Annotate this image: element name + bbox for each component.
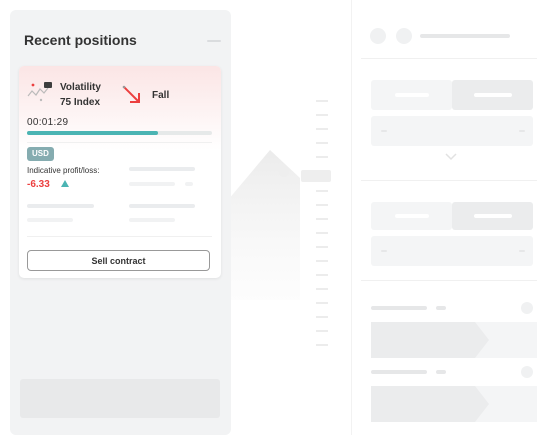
chart-arrow-shape bbox=[228, 150, 300, 300]
placeholder-line bbox=[381, 130, 387, 132]
purchase-info-placeholder bbox=[436, 370, 446, 374]
placeholder-line bbox=[519, 130, 525, 132]
purchase-info-placeholder bbox=[371, 306, 427, 310]
trade-panel-divider bbox=[361, 280, 537, 281]
stake-input-placeholder[interactable] bbox=[371, 236, 533, 266]
currency-badge: USD bbox=[27, 147, 54, 161]
purchase-info-placeholder bbox=[436, 306, 446, 310]
trade-panel-avatar-placeholder bbox=[370, 28, 386, 44]
purchase-button-placeholder[interactable] bbox=[371, 322, 537, 358]
chart-price-ticks bbox=[316, 100, 328, 346]
placeholder-line bbox=[129, 182, 175, 186]
placeholder-line bbox=[129, 218, 175, 222]
placeholder-line bbox=[27, 204, 94, 208]
placeholder-line bbox=[474, 214, 512, 218]
symbol-name-line2: 75 Index bbox=[60, 97, 101, 108]
chart-spot-dot bbox=[279, 167, 289, 177]
duration-select-placeholder[interactable] bbox=[371, 116, 533, 146]
info-icon[interactable] bbox=[521, 302, 533, 314]
card-divider bbox=[27, 236, 212, 237]
placeholder-line bbox=[381, 250, 387, 252]
trade-panel-divider bbox=[361, 180, 537, 181]
panel-footer-placeholder bbox=[20, 379, 220, 418]
trade-panel-border bbox=[351, 0, 352, 435]
flag-icon bbox=[44, 82, 52, 88]
collapse-icon[interactable] bbox=[207, 40, 221, 42]
contract-progress-fill bbox=[27, 131, 159, 135]
profit-loss-label: Indicative profit/loss: bbox=[27, 166, 100, 175]
placeholder-line bbox=[395, 214, 429, 218]
position-card[interactable]: Volatility 75 Index Fall 00:01:29 USD In… bbox=[19, 66, 221, 278]
fall-arrow-icon bbox=[122, 85, 140, 103]
placeholder-line bbox=[27, 218, 73, 222]
contract-type-label: Fall bbox=[152, 90, 170, 101]
trade-panel-divider bbox=[361, 58, 537, 59]
symbol-name: Volatility 75 Index bbox=[60, 80, 122, 110]
profit-loss-value: -6.33 bbox=[27, 179, 50, 190]
symbol-name-line1: Volatility bbox=[60, 82, 101, 93]
recent-positions-panel: Recent positions Volatility 75 Index Fal… bbox=[10, 10, 231, 435]
contract-timer: 00:01:29 bbox=[27, 117, 69, 128]
placeholder-line bbox=[395, 93, 429, 97]
up-triangle-icon bbox=[61, 180, 69, 187]
trade-type-toggle-right[interactable] bbox=[452, 80, 533, 110]
trade-panel-title-placeholder bbox=[420, 34, 510, 38]
placeholder-line bbox=[129, 204, 195, 208]
trade-panel-icon-placeholder bbox=[396, 28, 412, 44]
trade-type-toggle-left[interactable] bbox=[371, 80, 452, 110]
purchase-button-placeholder[interactable] bbox=[371, 386, 537, 422]
stake-toggle-right[interactable] bbox=[452, 202, 533, 230]
panel-title: Recent positions bbox=[24, 32, 137, 48]
placeholder-line bbox=[519, 250, 525, 252]
placeholder-line bbox=[129, 167, 195, 171]
purchase-info-placeholder bbox=[371, 370, 427, 374]
stake-toggle-left[interactable] bbox=[371, 202, 452, 230]
info-icon[interactable] bbox=[521, 366, 533, 378]
placeholder-line bbox=[474, 93, 512, 97]
app-screen: Recent positions Volatility 75 Index Fal… bbox=[0, 0, 537, 435]
sell-contract-button[interactable]: Sell contract bbox=[27, 250, 210, 271]
chevron-down-icon[interactable] bbox=[444, 152, 458, 162]
contract-progress-bar bbox=[27, 131, 212, 135]
chart-price-tag bbox=[301, 170, 331, 182]
card-divider bbox=[27, 142, 212, 143]
placeholder-line bbox=[185, 182, 193, 186]
